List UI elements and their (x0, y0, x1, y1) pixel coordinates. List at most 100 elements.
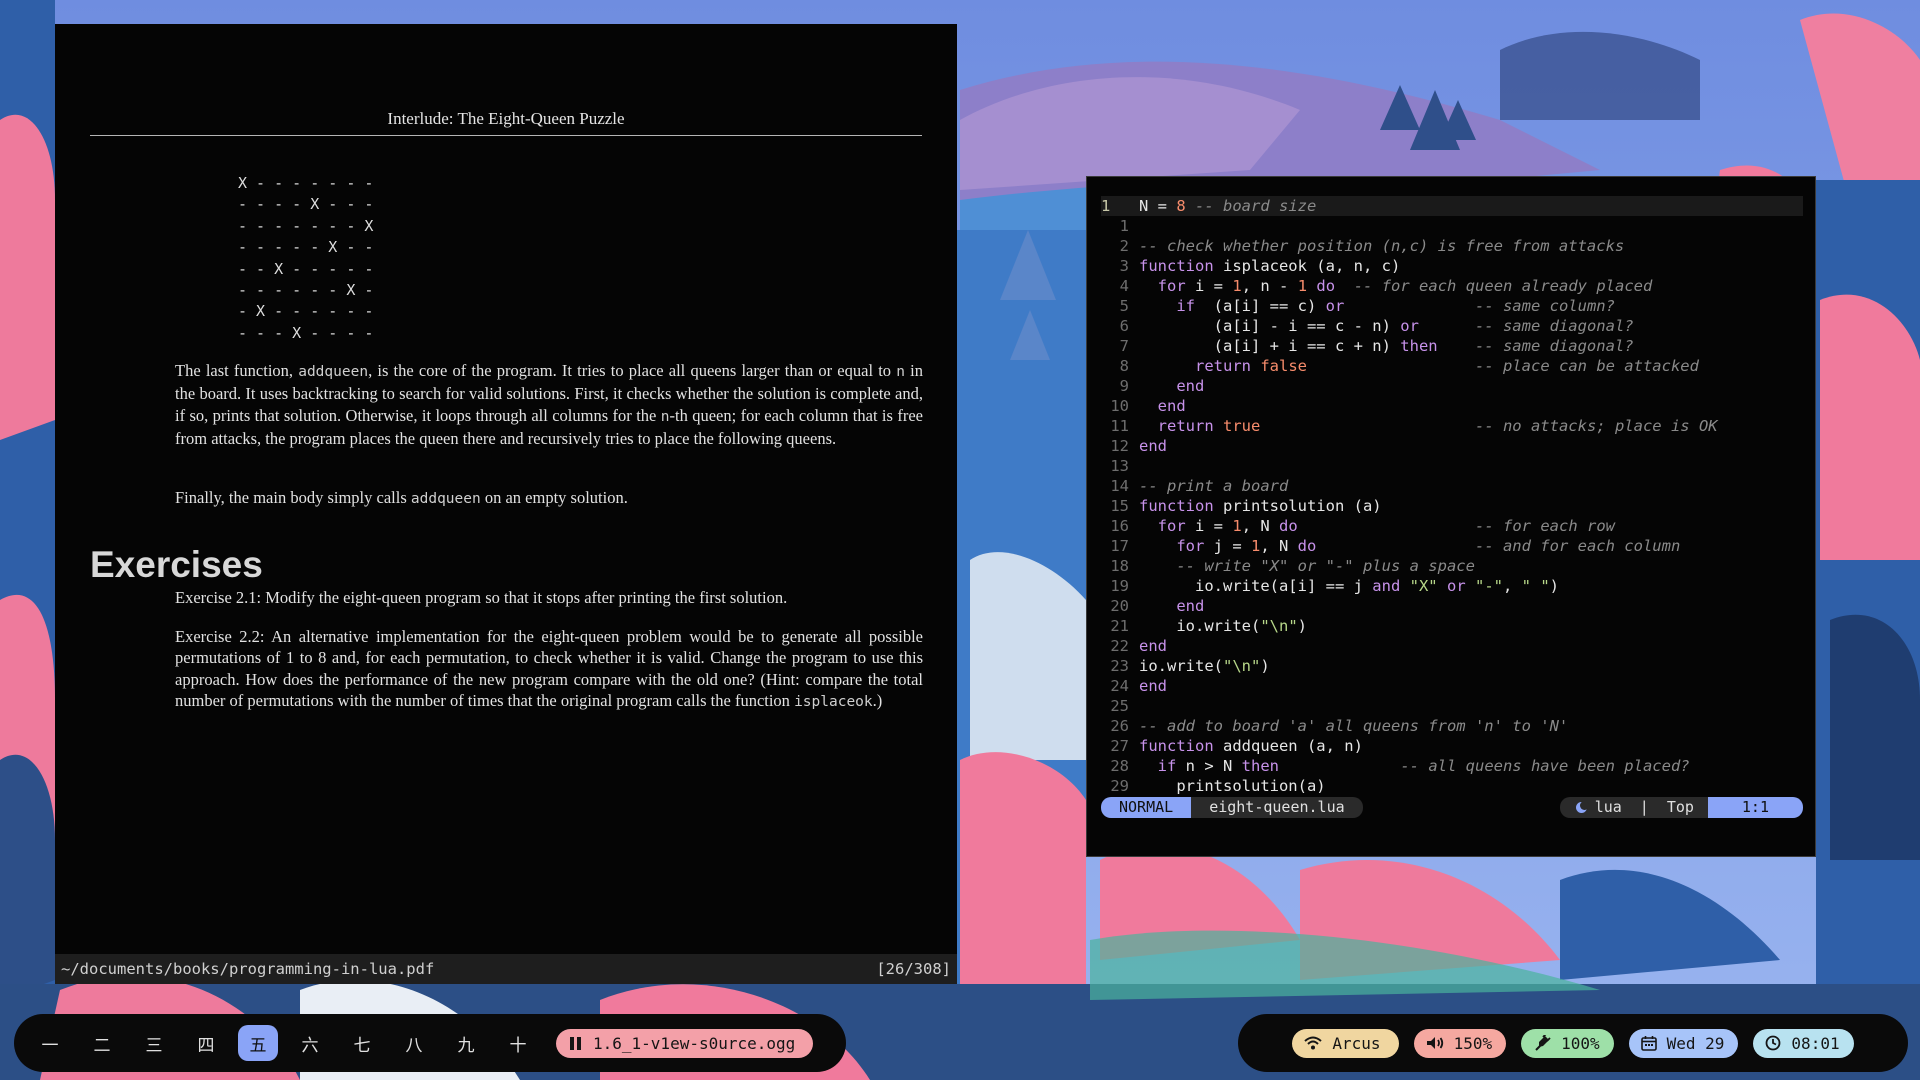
code-line[interactable]: 14 -- print a board (1101, 476, 1803, 496)
line-number: 14 (1110, 477, 1129, 495)
code-line[interactable]: 19 io.write(a[i] == j and "X" or "-", " … (1101, 576, 1803, 596)
code-line[interactable]: 21 io.write("\n") (1101, 616, 1803, 636)
filetype-label: lua (1594, 798, 1622, 816)
line-text: -- print a board (1139, 477, 1289, 495)
board-row: X - - - - - - - (238, 174, 374, 192)
code-line[interactable]: 1 (1101, 216, 1803, 236)
para-text: .) (872, 691, 883, 711)
board-row: - - - - - - - X (238, 216, 374, 235)
calendar-icon (1640, 1036, 1657, 1051)
line-text: function printsolution (a) (1139, 497, 1382, 515)
clock-widget[interactable]: 08:01 (1753, 1028, 1854, 1058)
line-text: if n > N then -- all queens have been pl… (1157, 757, 1690, 775)
code-line[interactable]: 9 end (1101, 376, 1803, 396)
line-number: 21 (1110, 617, 1129, 635)
code-line[interactable]: 22 end (1101, 636, 1803, 656)
line-number: 5 (1119, 297, 1129, 315)
code-line[interactable]: 26 -- add to board 'a' all queens from 'n… (1101, 716, 1803, 736)
code-line[interactable]: 17 for j = 1, N do -- and for each colum… (1101, 536, 1803, 556)
wifi-network-name: Arcus (1332, 1033, 1381, 1053)
line-text: -- write "X" or "-" plus a space (1176, 557, 1475, 575)
pdf-viewer-window[interactable]: Interlude: The Eight-Queen Puzzle X - - … (55, 24, 957, 984)
workspace-5[interactable]: 五 (238, 1025, 278, 1061)
line-text: io.write("\n") (1139, 657, 1270, 675)
workspace-4[interactable]: 四 (186, 1025, 226, 1061)
workspace-3[interactable]: 三 (134, 1025, 174, 1061)
code-line[interactable]: 12 end (1101, 436, 1803, 456)
workspace-10[interactable]: 十 (498, 1025, 538, 1061)
scroll-position: Top (1666, 798, 1694, 816)
inline-code: addqueen (410, 491, 481, 507)
line-text: -- check whether position (n,c) is free … (1139, 237, 1625, 255)
line-text: end (1176, 597, 1205, 615)
code-line[interactable]: 2 -- check whether position (n,c) is free… (1101, 236, 1803, 256)
workspace-6[interactable]: 六 (290, 1025, 330, 1061)
board-row: - X - - - - - - (238, 302, 374, 321)
workspace-8[interactable]: 八 (394, 1025, 434, 1061)
para-text: The last function, (175, 361, 299, 380)
line-text (1139, 216, 1803, 236)
chess-board-solution: X - - - - - - - - - - - X - - - - - - - … (238, 173, 373, 344)
code-line[interactable]: 10 end (1101, 396, 1803, 416)
line-text: end (1139, 637, 1167, 655)
line-number: 6 (1119, 317, 1129, 335)
plug-charging-icon (1535, 1035, 1551, 1051)
code-line[interactable]: 6 (a[i] - i == c - n) or -- same diagona… (1101, 316, 1803, 336)
pause-icon[interactable] (570, 1036, 581, 1050)
code-line[interactable]: 3 function isplaceok (a, n, c) (1101, 256, 1803, 276)
code-line[interactable]: 29 printsolution(a) (1101, 776, 1803, 796)
code-line[interactable]: 11 return true -- no attacks; place is O… (1101, 416, 1803, 436)
media-player-widget[interactable]: 1.6_1-v1ew-s0urce.ogg (556, 1028, 814, 1058)
code-line[interactable]: 20 end (1101, 596, 1803, 616)
workspace-1[interactable]: 一 (30, 1025, 70, 1061)
code-line-current[interactable]: 1 N = 8 -- board size (1101, 196, 1803, 216)
inline-code: isplaceok (794, 694, 873, 711)
code-line[interactable]: 28 if n > N then -- all queens have been… (1101, 756, 1803, 776)
filetype-section: lua | Top (1559, 797, 1708, 818)
code-line[interactable]: 23 io.write("\n") (1101, 656, 1803, 676)
code-line[interactable]: 4 for i = 1, n - 1 do -- for each queen … (1101, 276, 1803, 296)
line-number: 13 (1110, 457, 1129, 475)
line-number: 17 (1110, 537, 1129, 555)
code-line[interactable]: 5 if (a[i] == c) or -- same column? (1101, 296, 1803, 316)
code-line[interactable]: 25 (1101, 696, 1803, 716)
line-number: 26 (1110, 717, 1129, 735)
line-text (1139, 456, 1803, 476)
line-number: 25 (1110, 697, 1129, 715)
line-number: 3 (1119, 257, 1129, 275)
code-line[interactable]: 8 return false -- place can be attacked (1101, 356, 1803, 376)
wifi-widget[interactable]: Arcus (1292, 1028, 1399, 1058)
battery-widget[interactable]: 100% (1521, 1028, 1614, 1058)
board-row: - - - - - X - - (238, 238, 374, 257)
line-number: 2 (1119, 237, 1129, 255)
code-line[interactable]: 16 for i = 1, N do -- for each row (1101, 516, 1803, 536)
code-line[interactable]: 7 (a[i] + i == c + n) then -- same diago… (1101, 336, 1803, 356)
line-number: 22 (1110, 637, 1129, 655)
inline-code: addqueen (298, 364, 369, 380)
code-buffer[interactable]: 1N = 8 -- board size 1 2 -- check whether p… (1101, 196, 1803, 796)
line-text: end (1176, 377, 1205, 395)
code-line[interactable]: 13 (1101, 456, 1803, 476)
date-widget[interactable]: Wed 29 (1628, 1028, 1739, 1058)
volume-widget[interactable]: 150% (1413, 1028, 1507, 1058)
media-title: 1.6_1-v1ew-s0urce.ogg (593, 1033, 796, 1053)
line-number: 29 (1110, 777, 1129, 795)
para-text: Finally, the main body simply calls (175, 488, 411, 507)
code-line[interactable]: 24 end (1101, 676, 1803, 696)
workspace-7[interactable]: 七 (342, 1025, 382, 1061)
line-number: 1 (1101, 197, 1111, 215)
page-counter: [26/308] (876, 960, 951, 978)
code-line[interactable]: 18 -- write "X" or "-" plus a space (1101, 556, 1803, 576)
editor-window[interactable]: 1N = 8 -- board size 1 2 -- check whether p… (1086, 176, 1816, 857)
code-line[interactable]: 15 function printsolution (a) (1101, 496, 1803, 516)
workspace-2[interactable]: 二 (82, 1025, 122, 1061)
pdf-page[interactable]: Interlude: The Eight-Queen Puzzle X - - … (55, 24, 957, 954)
workspace-9[interactable]: 九 (446, 1025, 486, 1061)
file-path: ~/documents/books/programming-in-lua.pdf (61, 960, 435, 978)
statusline-separator: | (1639, 798, 1649, 816)
line-number: 12 (1110, 437, 1129, 455)
code-line[interactable]: 27 function addqueen (a, n) (1101, 736, 1803, 756)
line-number: 20 (1110, 597, 1129, 615)
board-row: - - - X - - - - (238, 323, 374, 342)
line-number: 1 (1119, 217, 1129, 235)
